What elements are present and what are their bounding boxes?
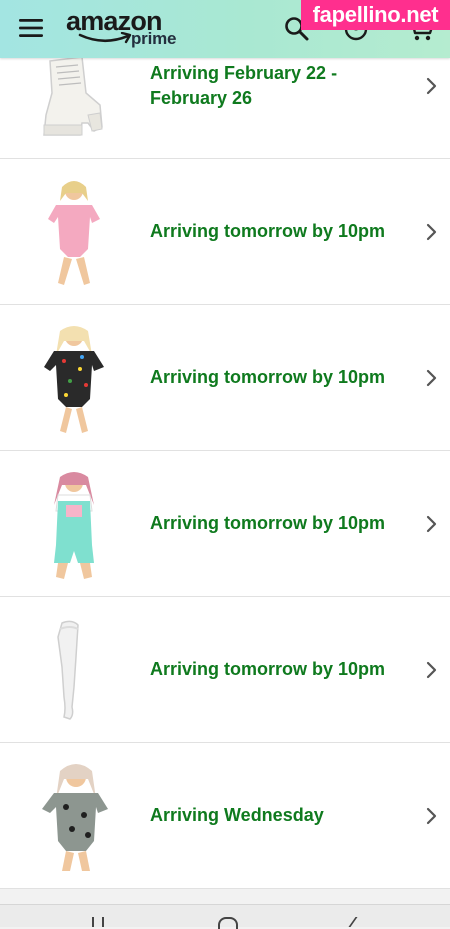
logo-smile-icon xyxy=(78,32,132,44)
order-status: Arriving Wednesday xyxy=(150,805,324,825)
order-status: Arriving tomorrow by 10pm xyxy=(150,659,386,679)
watermark-label: fapellino.net xyxy=(301,0,450,30)
order-status: Arriving tomorrow by 10pm xyxy=(150,513,386,533)
order-item-image xyxy=(57,620,79,720)
order-status: Arriving tomorrow by 10pm xyxy=(150,367,386,387)
order-item-image xyxy=(44,326,104,433)
logo-prime: prime xyxy=(131,29,177,48)
order-row[interactable]: Arriving tomorrow by 10pm xyxy=(0,597,450,743)
order-status: Arriving tomorrow by 10pm xyxy=(150,221,386,241)
order-status: Arriving February 22 - February 26 xyxy=(150,63,338,108)
chevron-right-icon xyxy=(426,77,437,95)
amazon-prime-logo[interactable]: amazon prime xyxy=(64,6,189,50)
order-item-image xyxy=(54,472,94,579)
menu-button[interactable] xyxy=(14,13,48,43)
chevron-right-icon xyxy=(426,807,437,825)
order-row[interactable]: Arriving tomorrow by 10pm xyxy=(0,305,450,451)
home-icon[interactable] xyxy=(218,917,238,929)
chevron-right-icon xyxy=(426,369,437,387)
menu-icon xyxy=(19,19,43,37)
order-item-image xyxy=(42,764,108,871)
order-item-image xyxy=(43,56,103,136)
order-item-image xyxy=(48,181,100,285)
bottom-nav-bar xyxy=(0,904,450,929)
order-row[interactable]: Arriving tomorrow by 10pm xyxy=(0,159,450,305)
order-row[interactable]: Arriving tomorrow by 10pm xyxy=(0,451,450,597)
chevron-right-icon xyxy=(426,223,437,241)
chevron-right-icon xyxy=(426,661,437,679)
chevron-right-icon xyxy=(426,515,437,533)
order-row[interactable]: Arriving Wednesday xyxy=(0,743,450,889)
